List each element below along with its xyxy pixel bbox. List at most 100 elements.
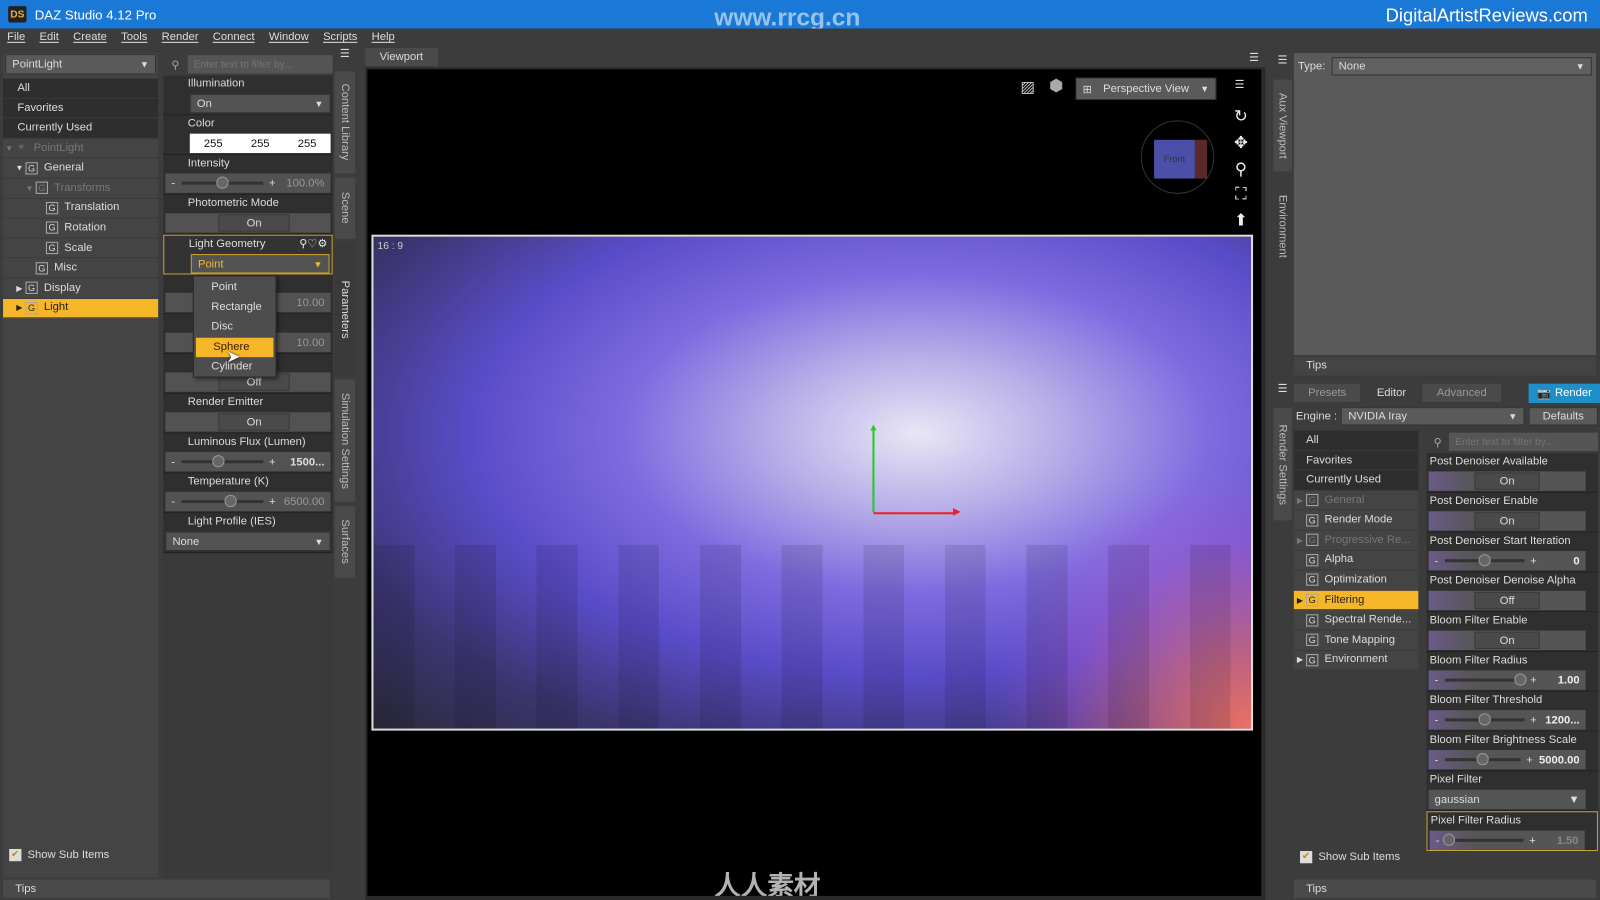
minus-icon[interactable]: - bbox=[1435, 714, 1439, 726]
render-group-environment[interactable]: ▶ G Environment bbox=[1293, 650, 1419, 671]
slider-value[interactable]: 10.00 bbox=[282, 296, 324, 308]
slider-value[interactable]: 1500... bbox=[282, 456, 324, 468]
menu-connect[interactable]: Connect bbox=[206, 29, 262, 47]
minus-icon[interactable]: - bbox=[1435, 555, 1439, 567]
property-control[interactable]: On bbox=[1428, 511, 1586, 531]
menu-help[interactable]: Help bbox=[365, 29, 402, 47]
tree-item-display[interactable]: ▶ G Display bbox=[3, 278, 159, 299]
render-group-alpha[interactable]: G Alpha bbox=[1293, 550, 1419, 571]
frame-icon[interactable]: ⛶ bbox=[1231, 186, 1251, 204]
tree-item-light[interactable]: ▶ G Light bbox=[3, 298, 159, 319]
tree-item-rotation[interactable]: G Rotation bbox=[3, 218, 159, 239]
render-show-sub-items-checkbox[interactable]: ✔ Show Sub Items bbox=[1299, 851, 1400, 864]
render-group-optimization[interactable]: G Optimization bbox=[1293, 570, 1419, 591]
plus-icon[interactable]: + bbox=[1529, 834, 1536, 846]
panel-menu-icon[interactable]: ☰ bbox=[335, 47, 355, 67]
camera-select[interactable]: ⊞ Perspective View ▼ bbox=[1075, 77, 1217, 100]
minus-icon[interactable]: - bbox=[1435, 674, 1439, 686]
tab-surfaces[interactable]: Surfaces bbox=[334, 506, 356, 578]
tab-presets[interactable]: Presets bbox=[1293, 383, 1361, 403]
minus-icon[interactable]: - bbox=[1435, 754, 1439, 766]
render-group-progressive-re[interactable]: ▶ G Progressive Re... bbox=[1293, 530, 1419, 551]
toggle[interactable]: On bbox=[1474, 512, 1540, 530]
render-group-tone-mapping[interactable]: G Tone Mapping bbox=[1293, 630, 1419, 651]
tree-item-translation[interactable]: G Translation bbox=[3, 198, 159, 219]
tab-editor[interactable]: Editor bbox=[1362, 383, 1421, 403]
tips-tab-left[interactable]: Tips bbox=[3, 879, 330, 898]
plus-icon[interactable]: + bbox=[269, 456, 276, 468]
toggle[interactable]: On bbox=[1474, 472, 1540, 490]
slider-track[interactable] bbox=[1444, 673, 1527, 686]
slider-value[interactable]: 100.0% bbox=[282, 177, 324, 189]
slider-handle[interactable] bbox=[1443, 833, 1456, 846]
render-group-render-mode[interactable]: G Render Mode bbox=[1293, 510, 1419, 531]
plus-icon[interactable]: + bbox=[1530, 674, 1537, 686]
filter-currently-used[interactable]: Currently Used bbox=[3, 118, 159, 139]
type-select[interactable]: None ▼ bbox=[1331, 57, 1592, 76]
menu-create[interactable]: Create bbox=[66, 29, 114, 47]
plus-icon[interactable]: + bbox=[1530, 555, 1537, 567]
slider-handle[interactable] bbox=[215, 176, 229, 189]
plus-icon[interactable]: + bbox=[1530, 714, 1537, 726]
expand-arrow-icon[interactable]: ▶ bbox=[1294, 490, 1306, 509]
expand-arrow-icon[interactable]: ▼ bbox=[3, 138, 15, 157]
filter-favorites[interactable]: Favorites bbox=[3, 98, 159, 119]
property-control[interactable]: - +1.00 bbox=[1428, 670, 1586, 690]
expand-arrow-icon[interactable]: ▼ bbox=[13, 158, 25, 177]
tree-item-pointlight[interactable]: ▼ ✳ PointLight bbox=[3, 138, 159, 159]
menu-tools[interactable]: Tools bbox=[114, 29, 154, 47]
tab-simulation-settings[interactable]: Simulation Settings bbox=[334, 379, 356, 503]
slider[interactable]: - +1.50 bbox=[1430, 833, 1585, 846]
view-cube[interactable]: Front bbox=[1140, 120, 1215, 194]
slider[interactable]: - +0 bbox=[1429, 554, 1586, 567]
slider[interactable]: - +1200... bbox=[1429, 713, 1586, 726]
photometric-toggle[interactable]: On bbox=[218, 214, 290, 232]
slider-handle[interactable] bbox=[1476, 753, 1489, 766]
gizmo-x-arrow-icon[interactable]: ▶ bbox=[953, 506, 961, 517]
render-group-general[interactable]: ▶ G General bbox=[1293, 490, 1419, 511]
expand-arrow-icon[interactable]: ▶ bbox=[1294, 590, 1306, 609]
plus-icon[interactable]: + bbox=[269, 177, 276, 189]
viewport-options-icon[interactable]: ☰ bbox=[1235, 78, 1245, 91]
slider-handle[interactable] bbox=[1478, 554, 1491, 567]
menu-option-disc[interactable]: Disc bbox=[194, 318, 276, 338]
tab-advanced[interactable]: Advanced bbox=[1422, 383, 1501, 403]
pan-icon[interactable]: ✥ bbox=[1231, 133, 1251, 153]
flux-slider[interactable]: - +1500... bbox=[165, 455, 330, 468]
render-group-spectral-rende[interactable]: G Spectral Rende... bbox=[1293, 610, 1419, 631]
plus-icon[interactable]: + bbox=[1526, 754, 1533, 766]
temperature-slider[interactable]: - +6500.00 bbox=[165, 494, 330, 508]
color-field[interactable]: 255 255 255 bbox=[189, 133, 331, 154]
light-profile-dropdown[interactable]: None ▼ bbox=[165, 531, 331, 552]
property-control[interactable]: - +5000.00 bbox=[1428, 749, 1586, 770]
slider-value[interactable]: 0 bbox=[1543, 555, 1579, 567]
render-filter-currently-used[interactable]: Currently Used bbox=[1293, 470, 1419, 491]
menu-option-point[interactable]: Point bbox=[194, 278, 276, 298]
expand-arrow-icon[interactable]: ▶ bbox=[13, 278, 25, 297]
light-geometry-dropdown[interactable]: Point ▼ bbox=[190, 254, 330, 274]
slider-track[interactable] bbox=[1444, 753, 1521, 766]
minus-icon[interactable]: - bbox=[1436, 834, 1440, 846]
slider[interactable]: - +1.00 bbox=[1429, 673, 1586, 686]
aux-panel-menu-icon[interactable]: ☰ bbox=[1273, 53, 1291, 66]
gizmo-x-axis[interactable] bbox=[873, 512, 956, 515]
tab-parameters[interactable]: Parameters bbox=[334, 242, 356, 376]
tab-aux-viewport[interactable]: Aux Viewport bbox=[1273, 79, 1292, 172]
menu-file[interactable]: File bbox=[0, 29, 32, 47]
tree-item-transforms[interactable]: ▼ G Transforms bbox=[3, 178, 159, 199]
expand-arrow-icon[interactable]: ▼ bbox=[23, 178, 35, 197]
tab-viewport[interactable]: Viewport bbox=[365, 47, 438, 67]
property-control[interactable]: - +1.50 bbox=[1429, 830, 1585, 850]
slider-value[interactable]: 10.00 bbox=[282, 336, 324, 348]
color-r[interactable]: 255 bbox=[204, 137, 223, 149]
tree-item-misc[interactable]: G Misc bbox=[3, 258, 159, 279]
slider-track[interactable] bbox=[1444, 554, 1525, 567]
menu-render[interactable]: Render bbox=[155, 29, 206, 47]
color-g[interactable]: 255 bbox=[251, 137, 270, 149]
3d-viewport[interactable]: ▨ ⬢ ⊞ Perspective View ▼ ☰ Front ↻ ✥ ⚲ ⛶ ⬆… bbox=[367, 69, 1262, 896]
tab-content-library[interactable]: Content Library bbox=[334, 71, 356, 174]
render-group-filtering[interactable]: ▶ G Filtering bbox=[1293, 590, 1419, 611]
property-control[interactable]: - +1200... bbox=[1428, 710, 1586, 730]
render-filter-input[interactable] bbox=[1448, 432, 1598, 452]
slider-value[interactable]: 1.50 bbox=[1542, 834, 1579, 846]
